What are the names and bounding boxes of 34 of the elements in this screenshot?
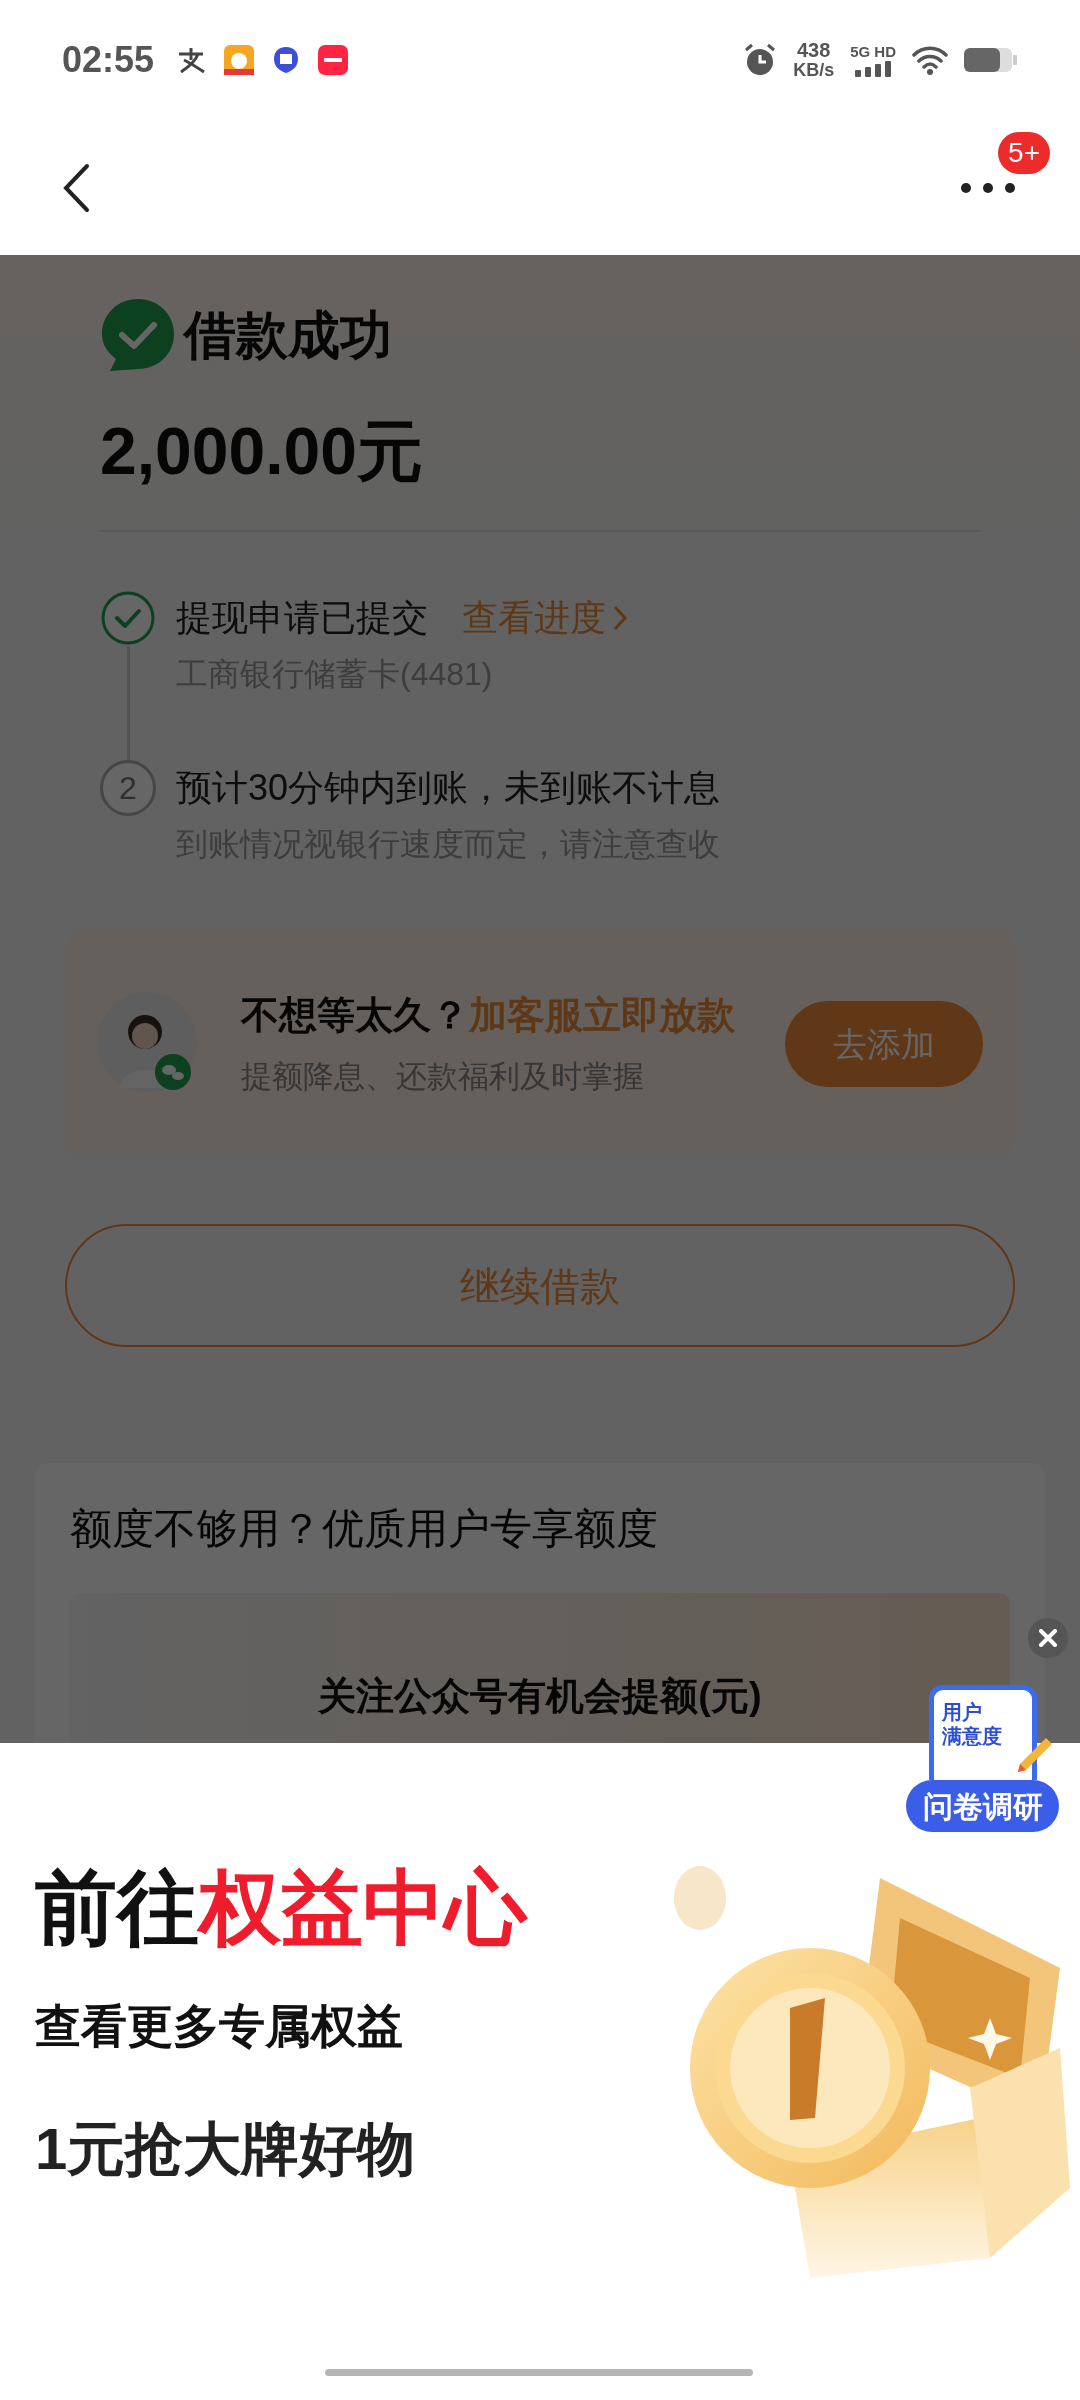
signal-icon: [855, 61, 892, 77]
more-icon: [960, 181, 1016, 194]
promo-highlight: 加客服立即放款: [469, 993, 735, 1039]
network-speed-unit: KB/s: [793, 60, 835, 80]
app-notification-icon: [272, 45, 301, 75]
notification-badge: 5+: [998, 132, 1050, 174]
sheet-title: 前往: [35, 1861, 199, 1955]
app-notification-icon: [318, 45, 349, 75]
wifi-icon: [912, 45, 948, 75]
network-speed: 438: [796, 40, 831, 60]
banner-title: 关注公众号有机会提额(元): [318, 1674, 762, 1719]
result-title: 借款成功: [184, 304, 392, 366]
sheet-subtitle: 查看更多专属权益: [35, 1999, 404, 2054]
add-button[interactable]: 去添加: [785, 1001, 983, 1087]
battery-icon: [964, 46, 1018, 74]
success-icon: [100, 296, 176, 373]
step-title: 预计30分钟内到账，未到账不计息: [176, 766, 721, 810]
step-title: 提现申请已提交: [176, 596, 428, 640]
survey-button[interactable]: 问卷调研: [906, 1780, 1059, 1832]
network-type: 5G HD: [850, 43, 896, 61]
app-notification-icon: [176, 46, 207, 74]
close-icon: [1039, 1629, 1057, 1647]
sheet-tagline: 1元抢大牌好物: [35, 2115, 417, 2183]
continue-loan-button[interactable]: 继续借款: [65, 1224, 1015, 1347]
loan-amount: 2,000.00元: [100, 412, 423, 490]
quota-title: 额度不够用？优质用户专享额度: [70, 1503, 658, 1554]
status-time: 02:55: [62, 38, 155, 82]
chevron-right-icon: [612, 604, 628, 632]
app-notification-icon: [224, 45, 255, 75]
survey-icon-text: 用户: [941, 1700, 983, 1724]
survey-icon-text: 满意度: [941, 1724, 1003, 1748]
alarm-icon: [743, 43, 778, 77]
progress-link[interactable]: 查看进度: [462, 591, 628, 645]
promo-title: 不想等太久？: [241, 993, 469, 1039]
